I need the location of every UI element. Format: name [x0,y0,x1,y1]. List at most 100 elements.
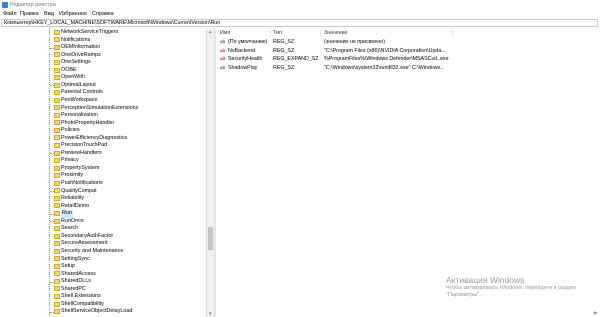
value-row[interactable]: ab ShadowPlay REG_SZ "C:\Windows\system32\r… [216,64,600,72]
tree-item[interactable]: › SecondaryAuthFactor [0,233,206,241]
tree-item[interactable]: › Privacy [0,157,206,165]
value-data: %ProgramFiles%\Windows Defender\MSASCuiL… [324,56,449,62]
expand-chevron-icon[interactable]: › [45,127,54,134]
tree-item[interactable]: OEMInformation [0,44,206,52]
expand-chevron-icon[interactable]: › [45,135,54,142]
column-separator[interactable] [320,29,321,37]
expand-chevron-icon[interactable]: › [45,256,54,263]
column-header-value[interactable]: Значение [324,30,348,36]
tree-item[interactable]: › PushNotifications [0,180,206,188]
folder-icon [54,158,60,164]
expand-chevron-icon[interactable]: › [45,105,54,112]
expand-chevron-icon[interactable]: › [45,142,54,149]
expand-chevron-icon[interactable]: › [45,157,54,164]
tree-item[interactable]: › SecureAssessment [0,240,206,248]
expand-chevron-icon[interactable]: › [45,165,54,172]
expand-chevron-icon[interactable]: › [45,263,54,270]
column-header-type[interactable]: Тип [273,30,282,36]
expand-chevron-icon[interactable]: › [45,112,54,119]
scroll-right-icon[interactable]: ▶ [594,310,597,316]
tree-item[interactable]: › ShellCompatibility [0,301,206,309]
tree-item[interactable]: › Setup [0,263,206,271]
expand-chevron-icon[interactable]: › [45,59,54,66]
tree-item[interactable]: › PrecisionTouchPad [0,142,206,150]
tree-item[interactable]: › Parental Controls [0,89,206,97]
expand-chevron-icon[interactable]: › [45,97,54,104]
tree-item[interactable]: › Proximity [0,172,206,180]
expand-chevron-icon[interactable]: › [45,67,54,74]
tree-item[interactable]: › NetworkServiceTriggers [0,29,206,37]
value-row[interactable]: ab NvBackend REG_SZ "C:\Program Files (x86)… [216,47,600,55]
tree-item[interactable]: ShellServiceObjectDelayLoad [0,308,206,316]
value-row[interactable]: ab SecurityHealth REG_EXPAND_SZ %ProgramFil… [216,55,600,63]
tree-item[interactable]: RunOnce [0,218,206,226]
tree-item[interactable]: Run [0,210,206,218]
folder-icon [54,203,60,209]
watermark-text: Чтобы активировать Windows, перейдите в … [446,285,576,298]
menu-help[interactable]: Справка [92,11,114,17]
tree-item[interactable]: › SharedPC [0,286,206,294]
folder-icon [54,97,60,103]
tree-item[interactable]: SharedDLLs [0,278,206,286]
expand-chevron-icon[interactable]: › [45,225,54,232]
expand-chevron-icon[interactable]: › [45,172,54,179]
expand-chevron-icon[interactable]: › [45,248,54,255]
address-bar[interactable]: Компьютер\HKEY_LOCAL_MACHINE\SOFTWARE\Mi… [1,19,598,27]
tree-item[interactable]: › PhotoPropertyHandler [0,120,206,128]
tree-item[interactable]: › SettingSync [0,256,206,264]
tree-item[interactable]: › Search [0,225,206,233]
folder-icon [54,135,60,141]
expand-chevron-icon[interactable]: › [45,52,54,59]
tree-item[interactable]: › OneSettings [0,59,206,67]
scroll-up-icon[interactable]: ▲ [208,29,212,34]
tree-item[interactable]: › PropertySystem [0,165,206,173]
value-type: REG_EXPAND_SZ [273,56,319,62]
tree-item[interactable]: › PenWorkspace [0,97,206,105]
expand-chevron-icon[interactable]: › [45,271,54,278]
menu-favorites[interactable]: Избранное [59,11,87,17]
tree-item[interactable]: › OneDriveRamps [0,52,206,60]
expand-chevron-icon[interactable]: › [45,233,54,240]
column-header-name[interactable]: Имя [220,30,230,36]
tree-item[interactable]: › Personalization [0,112,206,120]
tree-item[interactable]: › PerceptionSimulationExtensions [0,105,206,113]
folder-icon [54,294,60,300]
expand-chevron-icon[interactable]: › [45,180,54,187]
expand-chevron-icon[interactable]: › [45,203,54,210]
tree-item[interactable]: QualityCompat [0,188,206,196]
tree-item[interactable]: › Shell Extensions [0,293,206,301]
tree-item[interactable]: › OpenWith [0,74,206,82]
expand-chevron-icon[interactable]: › [45,74,54,81]
tree-item[interactable]: › OOBE [0,67,206,75]
tree-item[interactable]: › Reliability [0,195,206,203]
expand-chevron-icon[interactable]: › [45,293,54,300]
expand-chevron-icon[interactable]: › [45,301,54,308]
expand-chevron-icon[interactable]: › [45,286,54,293]
menu-file[interactable]: Файл [3,11,17,17]
scrollbar-thumb[interactable] [208,227,213,250]
expand-chevron-icon[interactable]: › [45,37,54,44]
column-separator[interactable] [270,29,271,37]
expand-chevron-icon[interactable]: › [45,240,54,247]
folder-icon [54,301,60,307]
tree-scrollbar[interactable]: ▲ ▼ [206,28,214,317]
tree-item[interactable]: PreviewHandlers [0,150,206,158]
tree-item[interactable]: › Policies [0,127,206,135]
column-separator[interactable] [452,29,453,37]
expand-chevron-icon[interactable]: › [45,29,54,36]
tree-item-label: OEMInformation [61,44,101,51]
expand-chevron-icon[interactable]: › [45,195,54,202]
menu-view[interactable]: Вид [44,11,54,17]
value-row[interactable]: ab (По умолчанию) REG_SZ (значение не присв… [216,38,600,46]
tree-item[interactable]: › SharedAccess [0,271,206,279]
folder-icon [54,210,60,216]
tree-item[interactable]: › PowerEfficiencyDiagnostics [0,135,206,143]
expand-chevron-icon[interactable]: › [45,120,54,127]
scroll-down-icon[interactable]: ▼ [208,311,212,316]
tree-item[interactable]: › RetailDemo [0,203,206,211]
expand-chevron-icon[interactable]: › [45,89,54,96]
tree-item[interactable]: OptimalLayout [0,82,206,90]
tree-item[interactable]: › Security and Maintenance [0,248,206,256]
menu-edit[interactable]: Правка [20,11,39,17]
tree-item[interactable]: › Notifications [0,37,206,45]
